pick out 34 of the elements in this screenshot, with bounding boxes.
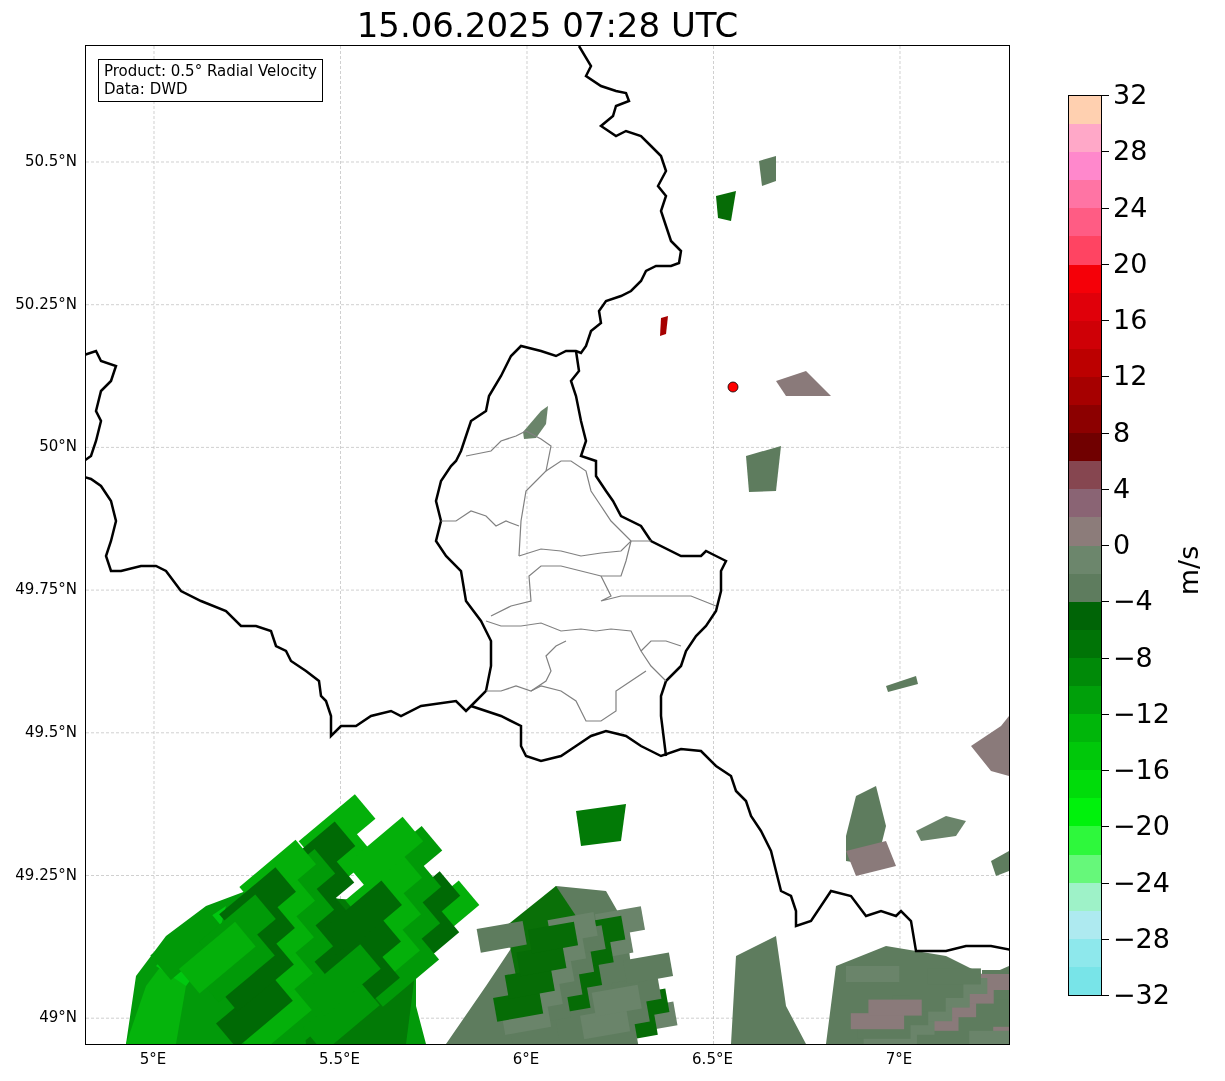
longitude-label: 5°E — [139, 1050, 167, 1068]
longitude-label: 6.5°E — [692, 1050, 733, 1068]
colorbar-unit-label: m/s — [1173, 545, 1205, 595]
colorbar-tick-label: 24 — [1113, 192, 1148, 223]
colorbar-tick-label: 16 — [1113, 305, 1148, 335]
colorbar-tick-label: 8 — [1113, 417, 1131, 448]
colorbar-tick-label: −4 — [1113, 586, 1153, 617]
latitude-label: 50°N — [39, 437, 77, 456]
colorbar-tick-label: −32 — [1113, 980, 1170, 1010]
latitude-label: 50.25°N — [15, 294, 77, 313]
colorbar-tick-label: −16 — [1113, 755, 1170, 785]
colorbar-tick-label: −28 — [1113, 923, 1170, 954]
colorbar-tick-label: 12 — [1113, 361, 1148, 392]
latitude-label: 49.5°N — [24, 722, 77, 741]
colorbar-tick-label: 28 — [1113, 136, 1148, 167]
colorbar-tick-label: −24 — [1113, 867, 1170, 898]
colorbar-tick-label: −20 — [1113, 811, 1170, 842]
info-text: Data: DWD — [104, 80, 189, 98]
colorbar-tick-label: 4 — [1113, 473, 1131, 504]
colorbar-tick-label: 20 — [1113, 248, 1148, 279]
latitude-label: 49.75°N — [15, 580, 77, 599]
latitude-label: 49°N — [39, 1008, 77, 1027]
colorbar-tick-label: −12 — [1113, 698, 1170, 729]
longitude-label: 5.5°E — [319, 1050, 360, 1068]
latitude-label: 49.25°N — [15, 865, 77, 884]
longitude-label: 6°E — [512, 1050, 540, 1068]
info-text: Product: 0.5° Radial Velocity — [104, 62, 317, 80]
colorbar-tick-label: −8 — [1113, 642, 1153, 673]
chart-title: 15.06.2025 07:28 UTC — [356, 5, 739, 45]
longitude-label: 7°E — [885, 1050, 913, 1068]
latitude-label: 50.5°N — [24, 152, 77, 170]
colorbar-tick-label: 32 — [1113, 80, 1148, 110]
radar-site-icon — [727, 381, 739, 393]
colorbar-tick-label: 0 — [1113, 530, 1131, 560]
